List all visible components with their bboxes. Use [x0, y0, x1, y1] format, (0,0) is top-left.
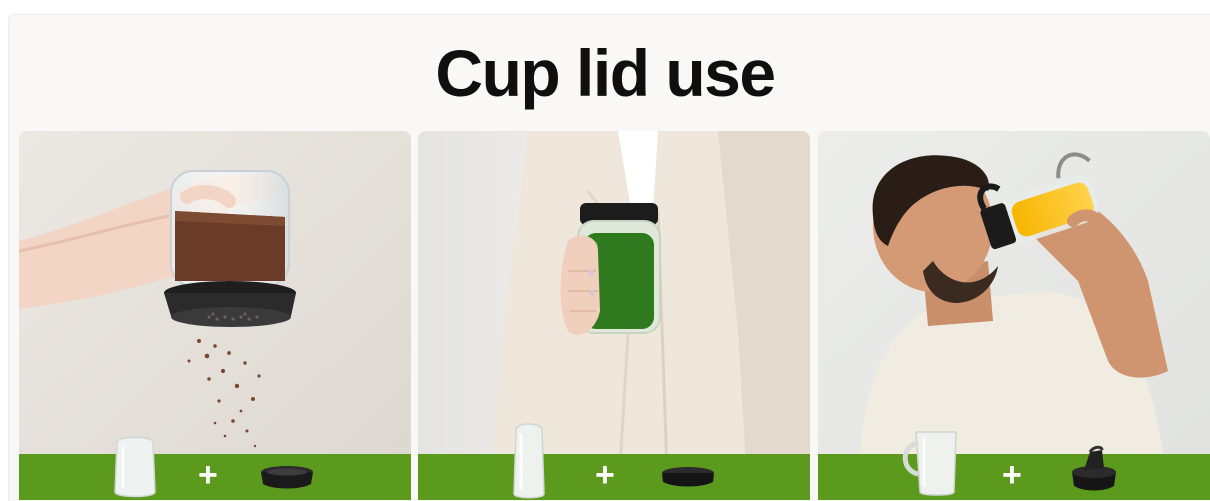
- plus-sign: +: [1002, 456, 1022, 494]
- smoothie-holding-photo: [418, 131, 810, 500]
- flat-lid-icon: [662, 467, 714, 487]
- plus-sign: +: [595, 456, 615, 494]
- accessory-bar: +: [19, 436, 411, 500]
- card-coffee-grater-lid[interactable]: +: [19, 131, 411, 500]
- accessory-bar: +: [418, 423, 810, 500]
- card-smoothie-flat-lid[interactable]: +: [418, 131, 810, 500]
- card-drink-flip-top-lid[interactable]: +: [818, 131, 1210, 500]
- grated-lid-icon: [261, 466, 313, 489]
- tall-cup-icon: [513, 423, 545, 499]
- man-drinking-photo: [818, 131, 1210, 500]
- page-title: Cup lid use: [435, 36, 776, 110]
- accessory-bar: +: [818, 431, 1210, 500]
- handled-mug-icon: [902, 431, 957, 496]
- coffee-shaker-photo: [19, 131, 411, 500]
- flip-top-lid-icon: [1072, 445, 1116, 491]
- short-cup-icon: [114, 436, 156, 498]
- plus-sign: +: [198, 456, 218, 494]
